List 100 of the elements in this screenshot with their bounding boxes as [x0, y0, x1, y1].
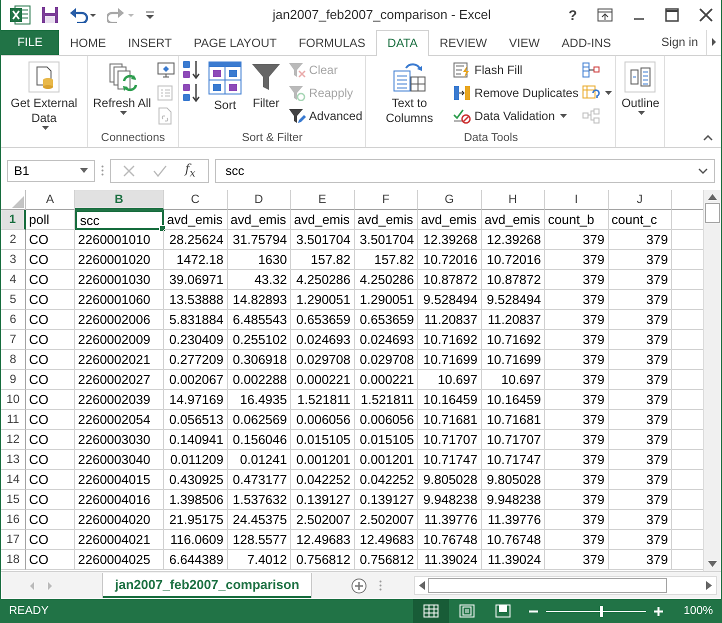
table-cell[interactable]: 0.062569	[228, 410, 291, 430]
table-cell[interactable]: 11.39776	[482, 510, 545, 530]
table-cell[interactable]: 0.139127	[291, 490, 354, 510]
table-cell[interactable]: 379	[608, 230, 672, 250]
table-cell[interactable]: 0.024693	[291, 330, 354, 350]
zoom-slider-thumb[interactable]	[600, 606, 602, 616]
table-cell[interactable]: 0.756812	[291, 550, 354, 570]
table-cell[interactable]: 379	[608, 270, 672, 290]
table-cell[interactable]: 0.473177	[228, 470, 291, 490]
table-cell[interactable]: avd_emis	[291, 210, 354, 230]
table-cell[interactable]: 379	[608, 490, 672, 510]
table-cell[interactable]: 2260004020	[75, 510, 164, 530]
table-cell[interactable]: 1472.18	[164, 250, 228, 270]
ribbon-tab[interactable]: FORMULAS	[288, 30, 376, 56]
table-cell[interactable]: 379	[545, 350, 608, 370]
table-cell[interactable]: 0.029708	[291, 350, 354, 370]
table-cell[interactable]: avd_emis	[228, 210, 291, 230]
table-cell[interactable]: 28.25624	[164, 230, 228, 250]
column-header[interactable]: B	[75, 190, 164, 210]
ribbon-button[interactable]: Filter	[248, 58, 284, 132]
table-cell[interactable]: 379	[608, 290, 672, 310]
table-cell[interactable]: 0.015105	[291, 430, 354, 450]
table-cell[interactable]: 11.20837	[418, 310, 482, 330]
table-cell[interactable]: 116.0609	[164, 530, 228, 550]
table-cell[interactable]: 4.250286	[354, 270, 418, 290]
table-cell[interactable]: 10.71699	[482, 350, 545, 370]
table-cell[interactable]: 10.71692	[482, 330, 545, 350]
table-cell[interactable]: 1.398506	[164, 490, 228, 510]
row-header[interactable]: 5	[1, 290, 26, 310]
table-cell[interactable]: count_b	[545, 210, 608, 230]
ribbon-button[interactable]: Get External Data	[4, 58, 84, 147]
table-cell[interactable]: 9.528494	[482, 290, 545, 310]
scroll-thumb[interactable]	[705, 202, 720, 223]
table-cell[interactable]: 0.001201	[291, 450, 354, 470]
table-cell[interactable]: 0.002067	[164, 370, 228, 390]
table-cell[interactable]: 379	[608, 250, 672, 270]
table-cell[interactable]: CO	[26, 530, 75, 550]
table-cell[interactable]: 10.71747	[482, 450, 545, 470]
close-icon[interactable]	[699, 8, 713, 22]
table-cell[interactable]: 14.82893	[228, 290, 291, 310]
table-cell[interactable]: CO	[26, 550, 75, 570]
table-cell[interactable]: CO	[26, 330, 75, 350]
table-cell[interactable]: 10.76748	[418, 530, 482, 550]
scroll-right-icon[interactable]	[706, 581, 712, 590]
ribbon-tab[interactable]: HOME	[59, 30, 117, 56]
table-cell[interactable]: 2260004016	[75, 490, 164, 510]
row-header[interactable]: 7	[1, 330, 26, 350]
ribbon-button[interactable]: Flash Fill	[453, 60, 578, 80]
table-cell[interactable]: 379	[608, 430, 672, 450]
active-cell[interactable]: scc	[75, 210, 164, 230]
table-cell[interactable]: 2260003040	[75, 450, 164, 470]
table-cell[interactable]: 379	[545, 410, 608, 430]
table-cell[interactable]: 0.029708	[354, 350, 418, 370]
zoom-in-icon[interactable]	[654, 606, 663, 616]
table-cell[interactable]: 0.056513	[164, 410, 228, 430]
row-header[interactable]: 8	[1, 350, 26, 370]
table-cell[interactable]: 2.502007	[354, 510, 418, 530]
table-cell[interactable]: 0.653659	[291, 310, 354, 330]
table-cell[interactable]: CO	[26, 290, 75, 310]
table-cell[interactable]: CO	[26, 390, 75, 410]
table-cell[interactable]: 379	[608, 390, 672, 410]
column-header[interactable]: D	[228, 190, 291, 210]
ribbon-icon-button[interactable]	[182, 84, 202, 103]
scroll-thumb[interactable]	[428, 578, 667, 594]
row-header[interactable]: 12	[1, 430, 26, 450]
table-cell[interactable]: 379	[545, 450, 608, 470]
table-cell[interactable]: 379	[545, 270, 608, 290]
table-cell[interactable]: 14.97169	[164, 390, 228, 410]
table-cell[interactable]: 9.948238	[482, 490, 545, 510]
table-cell[interactable]: CO	[26, 250, 75, 270]
row-header[interactable]: 10	[1, 390, 26, 410]
table-cell[interactable]: 10.16459	[418, 390, 482, 410]
table-cell[interactable]: avd_emis	[164, 210, 228, 230]
column-header[interactable]: C	[164, 190, 228, 210]
ribbon-display-icon[interactable]	[597, 8, 613, 22]
ribbon-button[interactable]: Outline	[619, 58, 662, 147]
table-cell[interactable]: count_c	[608, 210, 672, 230]
table-cell[interactable]: 11.20837	[482, 310, 545, 330]
table-cell[interactable]: 12.49683	[354, 530, 418, 550]
table-cell[interactable]: 16.4935	[228, 390, 291, 410]
table-cell[interactable]: 10.71681	[418, 410, 482, 430]
table-cell[interactable]: 1.290051	[291, 290, 354, 310]
table-cell[interactable]: 10.76748	[482, 530, 545, 550]
ribbon-button[interactable]: Advanced	[288, 106, 362, 126]
table-cell[interactable]: 0.139127	[354, 490, 418, 510]
table-cell[interactable]: avd_emis	[354, 210, 418, 230]
ribbon-icon-button[interactable]	[182, 60, 202, 80]
save-icon[interactable]	[41, 6, 59, 24]
table-cell[interactable]: 2260002039	[75, 390, 164, 410]
ribbon-tab[interactable]: PAGE LAYOUT	[182, 30, 288, 56]
table-cell[interactable]: 0.230409	[164, 330, 228, 350]
table-cell[interactable]: 379	[608, 530, 672, 550]
row-header[interactable]: 14	[1, 470, 26, 490]
horizontal-scrollbar[interactable]	[414, 576, 717, 596]
table-cell[interactable]: 3.501704	[354, 230, 418, 250]
table-cell[interactable]: 11.39776	[418, 510, 482, 530]
table-cell[interactable]: 379	[545, 370, 608, 390]
ribbon-tab[interactable]: INSERT	[117, 30, 183, 56]
table-cell[interactable]: 2260004025	[75, 550, 164, 570]
customize-caret-icon[interactable]	[145, 10, 155, 20]
